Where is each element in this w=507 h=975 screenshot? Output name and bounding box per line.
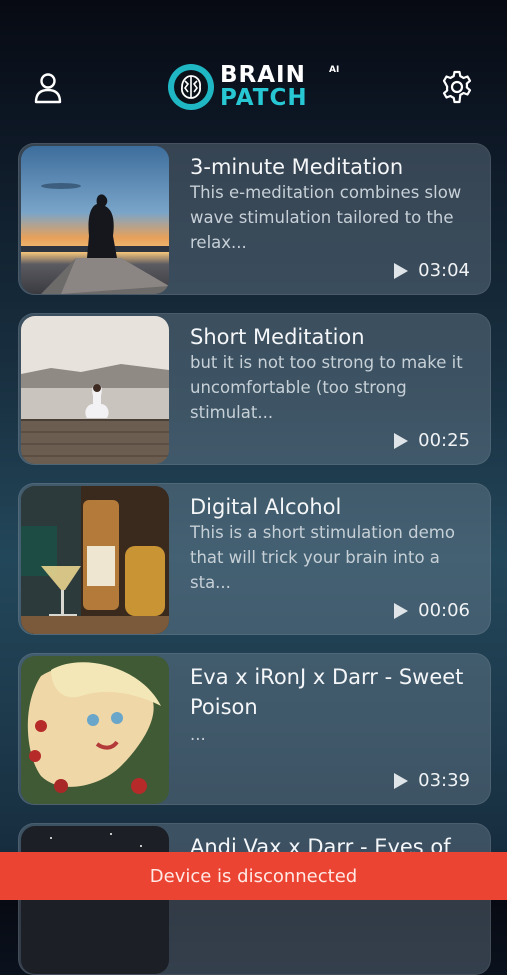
- thumbnail-album-cover: [21, 656, 169, 804]
- track-card[interactable]: Digital Alcohol This is a short stimulat…: [18, 483, 491, 635]
- duration-label: 00:25: [418, 430, 470, 451]
- thumbnail-lake-meditation: [21, 316, 169, 464]
- play-icon[interactable]: [394, 262, 409, 279]
- track-title: Digital Alcohol: [190, 495, 342, 519]
- track-description: This e-meditation combines slow wave sti…: [190, 183, 462, 252]
- thumbnail-sunset-meditation: [21, 146, 169, 294]
- logo-text-patch: PATCH: [220, 85, 308, 111]
- thumbnail-night-sky: [21, 826, 169, 974]
- track-title: Short Meditation: [190, 325, 365, 349]
- duration-label: 00:06: [418, 600, 470, 621]
- logo-ai-badge: AI: [329, 65, 340, 75]
- app-header: BRAIN PATCH AI: [0, 0, 507, 140]
- gear-icon: [442, 70, 472, 104]
- track-duration[interactable]: 03:39: [394, 770, 470, 791]
- track-description: This is a short stimulation demo that wi…: [190, 523, 455, 592]
- play-icon[interactable]: [394, 772, 409, 789]
- play-icon[interactable]: [394, 602, 409, 619]
- track-title: Eva x iRonJ x Darr - Sweet Poison: [190, 665, 464, 719]
- track-duration[interactable]: 03:04: [394, 260, 470, 281]
- track-card[interactable]: Short Meditation but it is not too stron…: [18, 313, 491, 465]
- play-icon[interactable]: [394, 432, 409, 449]
- user-icon: [34, 73, 62, 104]
- profile-button[interactable]: [30, 70, 66, 106]
- settings-button[interactable]: [438, 68, 476, 106]
- track-card[interactable]: 3-minute Meditation This e-meditation co…: [18, 143, 491, 295]
- track-card[interactable]: Eva x iRonJ x Darr - Sweet Poison ... 03…: [18, 653, 491, 805]
- thumbnail-cocktail: [21, 486, 169, 634]
- duration-label: 03:04: [418, 260, 470, 281]
- track-description: but it is not too strong to make it unco…: [190, 353, 463, 422]
- brain-icon: [168, 64, 214, 110]
- duration-label: 03:39: [418, 770, 470, 791]
- track-title: 3-minute Meditation: [190, 155, 404, 179]
- track-duration[interactable]: 00:25: [394, 430, 470, 451]
- track-duration[interactable]: 00:06: [394, 600, 470, 621]
- track-description: ...: [190, 725, 206, 744]
- brainpatch-logo: BRAIN PATCH AI: [168, 62, 343, 114]
- connection-status-bar[interactable]: Device is disconnected: [0, 852, 507, 900]
